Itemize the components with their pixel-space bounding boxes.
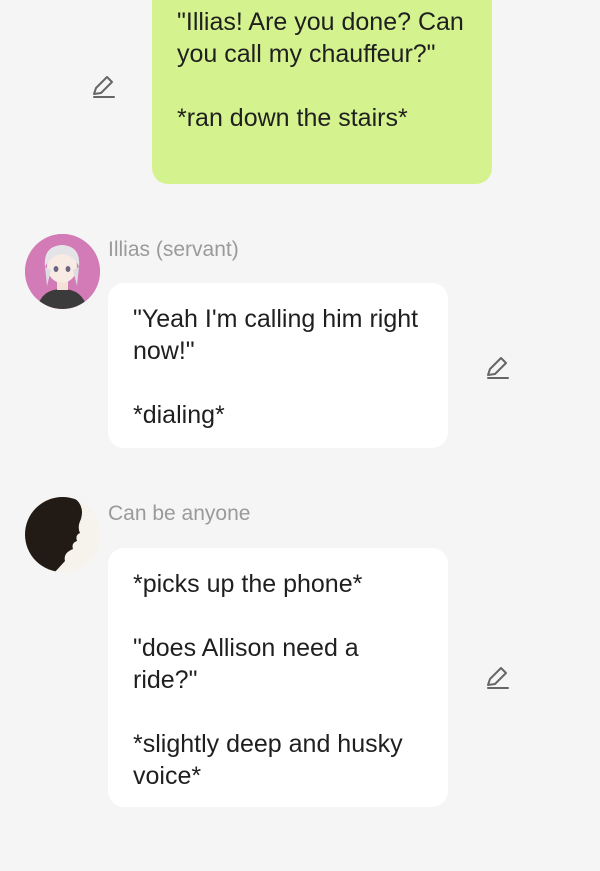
pencil-icon bbox=[93, 76, 115, 98]
illias-avatar[interactable] bbox=[25, 234, 100, 309]
user-message-bubble: "Illias! Are you done? Can you call my c… bbox=[152, 0, 492, 184]
edit-message-button[interactable] bbox=[484, 354, 510, 380]
anyone-avatar-image bbox=[25, 497, 100, 572]
edit-message-button[interactable] bbox=[484, 664, 510, 690]
edit-message-button[interactable] bbox=[90, 73, 116, 99]
anyone-avatar[interactable] bbox=[25, 497, 100, 572]
pencil-icon bbox=[487, 667, 509, 689]
illias-avatar-image bbox=[25, 234, 100, 309]
anyone-message-bubble: *picks up the phone* "does Allison need … bbox=[108, 548, 448, 807]
sender-name-illias: Illias (servant) bbox=[108, 238, 239, 261]
sender-name-anyone: Can be anyone bbox=[108, 502, 251, 525]
pencil-icon bbox=[487, 357, 509, 379]
illias-message-bubble: "Yeah I'm calling him right now!" *diali… bbox=[108, 283, 448, 448]
